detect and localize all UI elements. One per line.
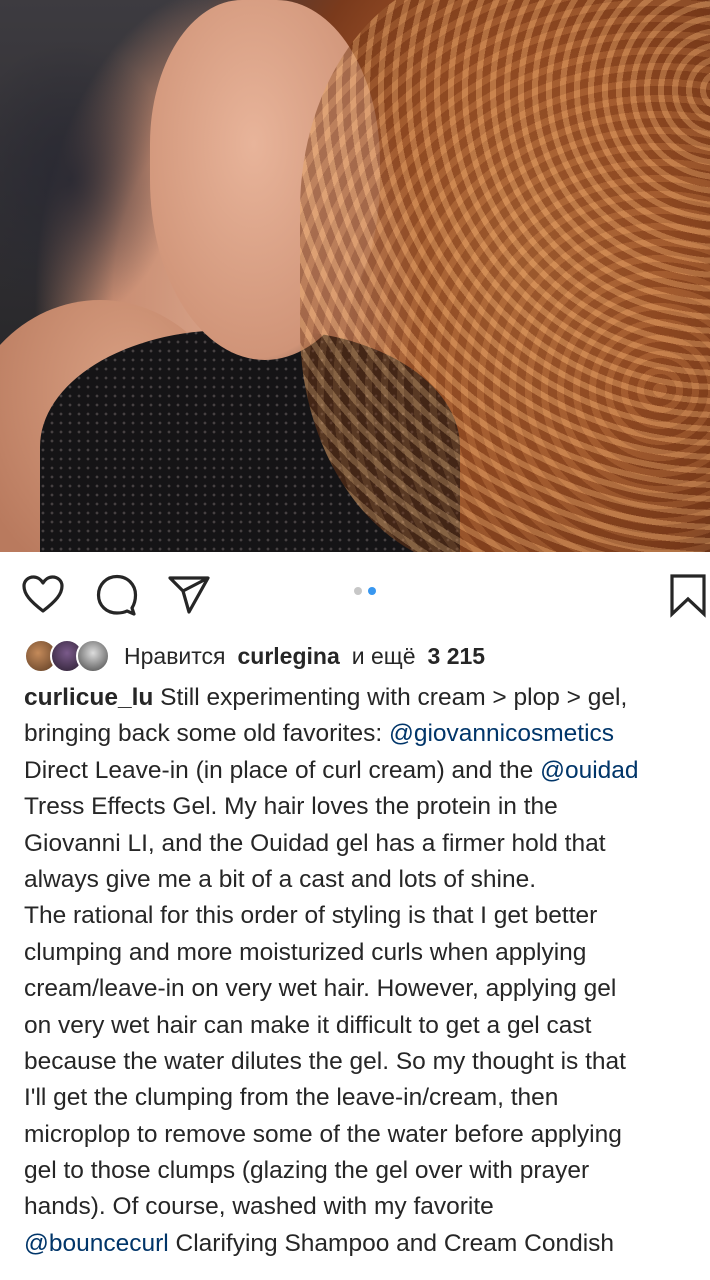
caption-text: hands). Of course, washed with my favori… bbox=[24, 1193, 494, 1221]
caption-text: bringing back some old favorites: bbox=[24, 720, 389, 748]
caption-line: Direct Leave-in (in place of curl cream)… bbox=[24, 753, 708, 789]
caption-text: cream/leave-in on very wet hair. However… bbox=[24, 975, 617, 1003]
caption-text: microplop to remove some of the water be… bbox=[24, 1120, 622, 1148]
caption-text: The rational for this order of styling i… bbox=[24, 902, 598, 930]
post-caption: curlicue_lu Still experimenting with cre… bbox=[24, 680, 708, 1262]
likes-prefix: Нравится bbox=[124, 642, 226, 669]
caption-text: Giovanni LI, and the Ouidad gel has a fi… bbox=[24, 829, 606, 857]
caption-line: because the water dilutes the gel. So my… bbox=[24, 1044, 708, 1080]
bookmark-icon[interactable] bbox=[668, 572, 708, 618]
caption-text: always give me a bit of a cast and lots … bbox=[24, 865, 537, 893]
caption-line: I'll get the clumping from the leave-in/… bbox=[24, 1080, 708, 1116]
carousel-dot-active bbox=[368, 587, 376, 595]
caption-line: microplop to remove some of the water be… bbox=[24, 1117, 708, 1153]
mention-link[interactable]: @bouncecurl bbox=[24, 1230, 169, 1257]
caption-text: because the water dilutes the gel. So my… bbox=[24, 1047, 626, 1075]
caption-username[interactable]: curlicue_lu bbox=[24, 684, 160, 711]
likes-more-label: и ещё bbox=[351, 642, 416, 669]
caption-text: I'll get the clumping from the leave-in/… bbox=[24, 1084, 559, 1112]
caption-line: bringing back some old favorites: @giova… bbox=[24, 716, 708, 752]
caption-line: cream/leave-in on very wet hair. However… bbox=[24, 971, 708, 1007]
comment-icon[interactable] bbox=[94, 572, 140, 618]
caption-line: The rational for this order of styling i… bbox=[24, 898, 708, 934]
photo-curls bbox=[300, 0, 710, 552]
caption-text: on very wet hair can make it difficult t… bbox=[24, 1011, 592, 1039]
caption-text: Clarifying Shampoo and Cream Condish bbox=[168, 1229, 615, 1257]
mention-link[interactable]: @ouidad bbox=[540, 757, 638, 784]
caption-line: always give me a bit of a cast and lots … bbox=[24, 862, 708, 898]
caption-text: gel to those clumps (glazing the gel ove… bbox=[24, 1157, 590, 1185]
mention-link[interactable]: @giovannicosmetics bbox=[389, 720, 614, 747]
caption-line: gel to those clumps (glazing the gel ove… bbox=[24, 1153, 708, 1189]
caption-line: curlicue_lu Still experimenting with cre… bbox=[24, 680, 708, 716]
caption-line: clumping and more moisturized curls when… bbox=[24, 935, 708, 971]
caption-text: Tress Effects Gel. My hair loves the pro… bbox=[24, 793, 558, 821]
caption-text: Direct Leave-in (in place of curl cream)… bbox=[24, 756, 541, 784]
caption-line: @bouncecurl Clarifying Shampoo and Cream… bbox=[24, 1226, 708, 1262]
caption-line: hands). Of course, washed with my favori… bbox=[24, 1189, 708, 1225]
caption-line: Giovanni LI, and the Ouidad gel has a fi… bbox=[24, 826, 708, 862]
caption-line: Tress Effects Gel. My hair loves the pro… bbox=[24, 789, 708, 825]
likes-count[interactable]: 3 215 bbox=[428, 643, 486, 670]
likes-summary[interactable]: Нравится curlegina и ещё 3 215 bbox=[24, 638, 485, 674]
caption-line: on very wet hair can make it difficult t… bbox=[24, 1008, 708, 1044]
caption-text: Still experimenting with cream > plop > … bbox=[160, 684, 628, 711]
heart-icon[interactable] bbox=[20, 572, 66, 618]
send-icon[interactable] bbox=[166, 572, 212, 618]
caption-text: clumping and more moisturized curls when… bbox=[24, 938, 587, 966]
liker-avatars[interactable] bbox=[24, 639, 112, 673]
post-photo[interactable] bbox=[0, 0, 710, 552]
avatar bbox=[76, 639, 110, 673]
post-action-bar bbox=[0, 552, 710, 638]
carousel-dot bbox=[354, 587, 362, 595]
carousel-indicator bbox=[354, 587, 376, 595]
liker-username[interactable]: curlegina bbox=[238, 643, 340, 670]
